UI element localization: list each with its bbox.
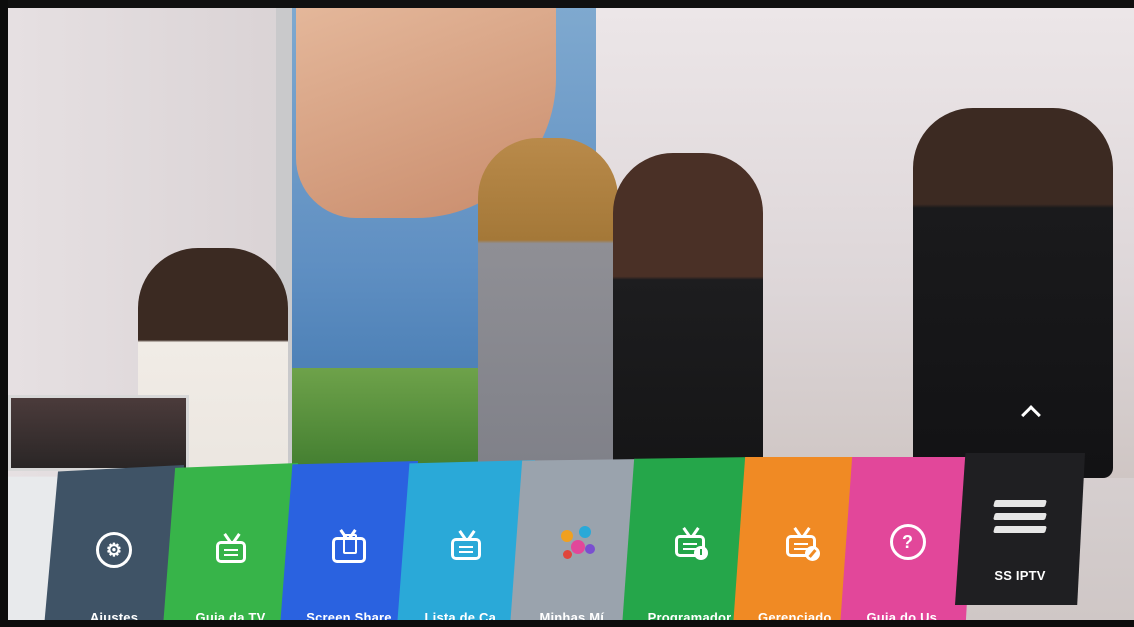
calendar-clock-icon	[667, 519, 713, 565]
tv-bezel	[0, 0, 1134, 8]
tv-list-icon	[443, 522, 489, 568]
video-person	[478, 138, 618, 478]
launcher-card-label: SS IPTV	[994, 568, 1046, 583]
video-person	[913, 108, 1113, 478]
launcher-card-guia-usuario[interactable]: ? Guia do Us...	[840, 457, 975, 627]
launcher-card-ajustes[interactable]: ⚙ Ajustes	[44, 465, 184, 627]
tv-screen: ⚙ Ajustes Guia da TV Screen Share Lista …	[0, 0, 1134, 627]
help-icon: ?	[885, 519, 931, 565]
gear-icon: ⚙	[91, 527, 137, 573]
launcher-card-ss-iptv[interactable]: SS IPTV	[955, 453, 1085, 605]
launcher-card-screen-share[interactable]: Screen Share	[280, 461, 418, 627]
tv-edit-icon	[778, 519, 824, 565]
tv-guide-icon	[208, 525, 254, 571]
tv-bezel	[0, 620, 1134, 627]
tv-bezel	[0, 0, 8, 627]
ss-iptv-logo-icon	[993, 493, 1047, 539]
launcher-card-guia-tv[interactable]: Guia da TV	[163, 463, 298, 627]
app-launcher-bar: ⚙ Ajustes Guia da TV Screen Share Lista …	[0, 453, 1134, 627]
screen-share-icon	[326, 523, 372, 569]
media-nodes-icon	[555, 521, 601, 567]
video-person	[613, 153, 763, 478]
